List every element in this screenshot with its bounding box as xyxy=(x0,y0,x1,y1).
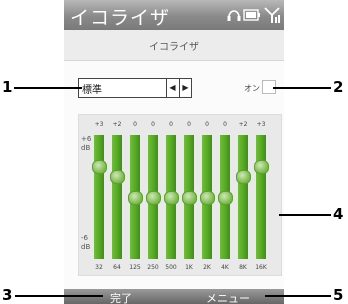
preset-arrows: ◀ ▶ xyxy=(166,79,191,97)
band-frequency-label: 64 xyxy=(113,264,121,271)
done-softkey[interactable]: 完了 xyxy=(110,290,132,304)
sub-header: イコライザ xyxy=(64,30,284,61)
band-slider-track[interactable] xyxy=(94,135,104,259)
band-frequency-label: 2K xyxy=(203,264,211,271)
equalizer-content: 標準 ◀ ▶ オン +6 dB -6 dB +3 32 +2 64 0 125 0 250 0 5… xyxy=(64,61,284,289)
on-label: オン xyxy=(244,84,260,93)
callout-4-line xyxy=(279,214,331,216)
db-min-label: -6 dB xyxy=(81,234,91,251)
band-slider-knob[interactable] xyxy=(110,170,125,185)
band-slider-track[interactable] xyxy=(238,135,248,259)
callout-2-line xyxy=(273,87,331,89)
title-bar: イコライザ xyxy=(64,0,284,30)
band-gain-label: 0 xyxy=(133,121,137,128)
band-frequency-label: 125 xyxy=(129,264,141,271)
callout-3: 3 xyxy=(2,286,13,304)
headset-icon xyxy=(227,10,241,21)
band-gain-label: 0 xyxy=(151,121,155,128)
band-frequency-label: 250 xyxy=(147,264,159,271)
battery-icon xyxy=(243,9,260,21)
callout-5: 5 xyxy=(333,286,344,304)
band-gain-label: +3 xyxy=(94,121,104,128)
band-gain-label: 0 xyxy=(169,121,173,128)
band-slider-knob[interactable] xyxy=(92,160,107,174)
callout-1-line xyxy=(14,87,82,89)
band-gain-label: +2 xyxy=(112,121,122,128)
db-max-label: +6 dB xyxy=(81,135,92,152)
menu-softkey[interactable]: メニュー xyxy=(206,290,250,304)
band-slider-track[interactable] xyxy=(112,135,122,259)
callout-3-line xyxy=(15,295,103,297)
signal-icon xyxy=(264,7,280,23)
phone-screen: イコライザ イコライザ 標準 ◀ ▶ オン +6 dB -6 dB +3 32 … xyxy=(64,0,284,304)
band-slider-knob[interactable] xyxy=(254,160,269,174)
band-slider-knob[interactable] xyxy=(200,191,215,205)
band-slider-knob[interactable] xyxy=(182,191,197,205)
band-frequency-label: 1K xyxy=(185,264,193,271)
band-gain-label: +3 xyxy=(256,121,266,128)
band-gain-label: +2 xyxy=(238,121,248,128)
arrow-right-icon[interactable]: ▶ xyxy=(179,79,191,97)
page-subtitle: イコライザ xyxy=(149,42,199,53)
band-frequency-label: 8K xyxy=(239,264,247,271)
band-slider-knob[interactable] xyxy=(236,170,251,185)
equalizer-panel: +6 dB -6 dB +3 32 +2 64 0 125 0 250 0 500 0 1K 0 2K 0 4… xyxy=(78,114,282,276)
band-frequency-label: 4K xyxy=(221,264,229,271)
band-gain-label: 0 xyxy=(223,121,227,128)
callout-1: 1 xyxy=(2,78,13,96)
band-slider-knob[interactable] xyxy=(146,191,161,205)
band-slider-knob[interactable] xyxy=(218,191,233,205)
band-frequency-label: 32 xyxy=(95,264,103,271)
band-gain-label: 0 xyxy=(205,121,209,128)
band-gain-label: 0 xyxy=(187,121,191,128)
band-frequency-label: 16K xyxy=(255,264,267,271)
band-slider-knob[interactable] xyxy=(128,191,143,205)
band-slider-track[interactable] xyxy=(256,135,266,259)
band-frequency-label: 500 xyxy=(165,264,177,271)
callout-2: 2 xyxy=(333,78,344,96)
band-slider-knob[interactable] xyxy=(164,191,179,205)
arrow-left-icon[interactable]: ◀ xyxy=(167,79,178,97)
callout-5-line xyxy=(265,295,331,297)
app-title: イコライザ xyxy=(70,7,171,29)
callout-4: 4 xyxy=(333,205,344,223)
preset-selector[interactable]: 標準 ◀ ▶ xyxy=(78,78,192,98)
preset-value: 標準 xyxy=(82,85,102,96)
